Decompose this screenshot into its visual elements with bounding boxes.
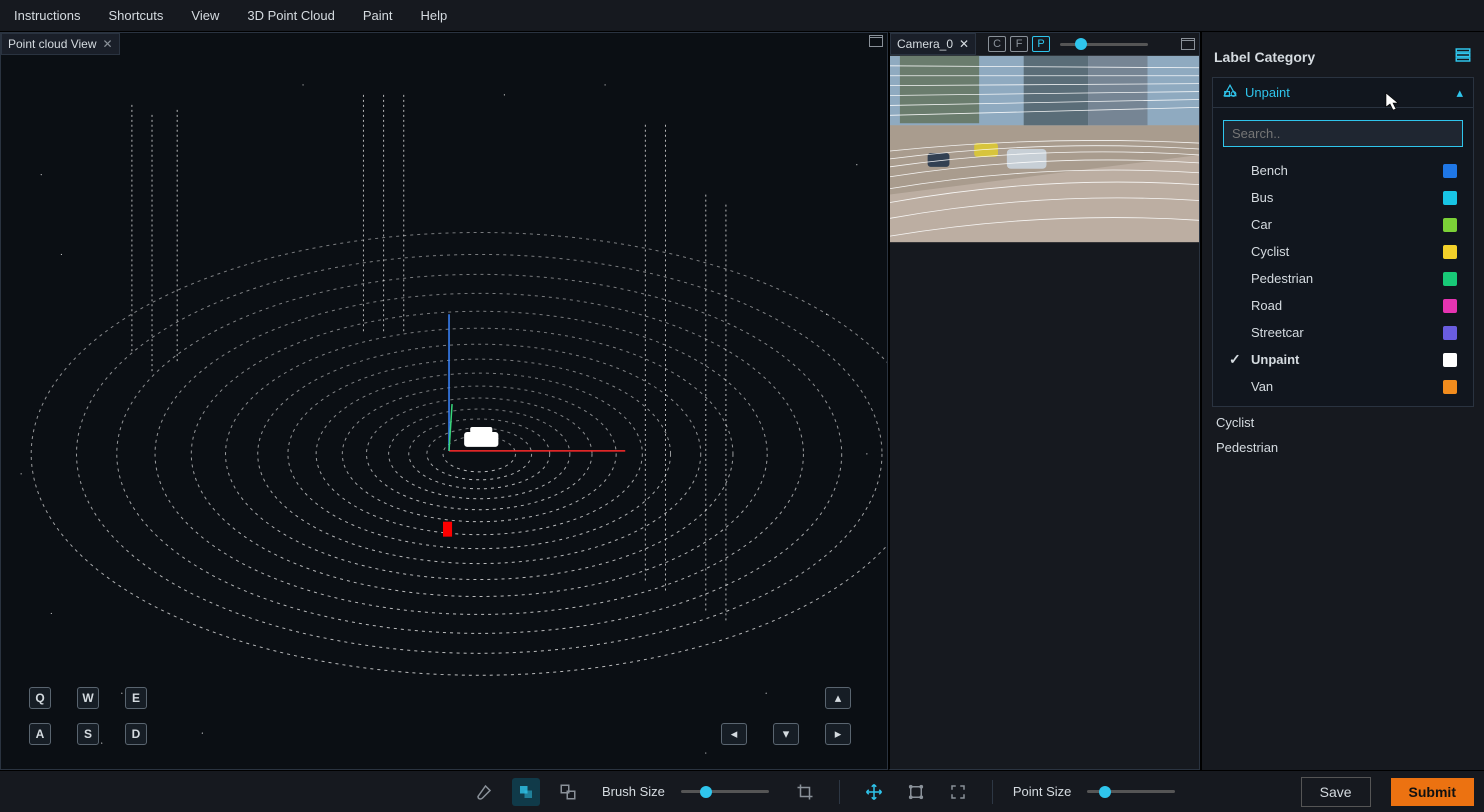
divider: [839, 780, 840, 804]
key-e: E: [125, 687, 147, 709]
menu-help[interactable]: Help: [420, 8, 447, 23]
layers-button[interactable]: [554, 778, 582, 806]
label-option-text: Car: [1251, 217, 1272, 232]
nav-right-button[interactable]: ▸: [825, 723, 851, 745]
nav-down-button[interactable]: ▾: [773, 723, 799, 745]
camera-panel: Camera_0 ✕ C F P: [888, 32, 1200, 770]
label-option-text: Bus: [1251, 190, 1273, 205]
label-option-road[interactable]: Road: [1223, 292, 1463, 319]
label-option-van[interactable]: Van: [1223, 373, 1463, 400]
close-icon[interactable]: ✕: [959, 37, 969, 51]
fit-button[interactable]: [902, 778, 930, 806]
color-swatch: [1443, 272, 1457, 286]
menubar: Instructions Shortcuts View 3D Point Clo…: [0, 0, 1484, 32]
color-swatch: [1443, 380, 1457, 394]
camera-tab-title: Camera_0: [897, 37, 953, 51]
maximize-icon[interactable]: [869, 35, 883, 47]
divider: [992, 780, 993, 804]
maximize-icon[interactable]: [1181, 38, 1195, 50]
extra-label-pedestrian[interactable]: Pedestrian: [1216, 440, 1470, 455]
label-option-text: Van: [1251, 379, 1273, 394]
camera-zoom-slider[interactable]: [1060, 43, 1148, 46]
label-option-text: Unpaint: [1251, 352, 1299, 367]
save-button[interactable]: Save: [1301, 777, 1371, 807]
color-swatch: [1443, 164, 1457, 178]
label-option-text: Streetcar: [1251, 325, 1304, 340]
menu-view[interactable]: View: [191, 8, 219, 23]
camera-image[interactable]: [890, 55, 1199, 243]
menu-shortcuts[interactable]: Shortcuts: [108, 8, 163, 23]
camera-toggle-f[interactable]: F: [1010, 36, 1028, 52]
pointcloud-tab[interactable]: Point cloud View ✕: [1, 33, 120, 55]
key-d: D: [125, 723, 147, 745]
sidebar-title: Label Category: [1214, 49, 1315, 65]
menu-instructions[interactable]: Instructions: [14, 8, 80, 23]
color-swatch: [1443, 191, 1457, 205]
fullscreen-button[interactable]: [944, 778, 972, 806]
brush-size-slider[interactable]: [681, 790, 769, 793]
submit-button[interactable]: Submit: [1391, 778, 1474, 806]
nav-left-button[interactable]: ◂: [721, 723, 747, 745]
menu-3d-point-cloud[interactable]: 3D Point Cloud: [247, 8, 334, 23]
camera-toggle-p[interactable]: P: [1032, 36, 1050, 52]
extra-label-cyclist[interactable]: Cyclist: [1216, 415, 1470, 430]
label-option-text: Bench: [1251, 163, 1288, 178]
label-option-text: Cyclist: [1251, 244, 1289, 259]
chevron-up-icon: ▴: [1456, 85, 1463, 101]
color-swatch: [1443, 245, 1457, 259]
key-w: W: [77, 687, 99, 709]
label-dropdown: Unpaint ▴ Bench Bus Car Cyclist Pedestrian Ro…: [1212, 77, 1474, 407]
label-list: Bench Bus Car Cyclist Pedestrian Road Streetca…: [1223, 157, 1463, 400]
camera-toggle-c[interactable]: C: [988, 36, 1006, 52]
pointcloud-panel: Point cloud View ✕: [0, 32, 888, 770]
label-option-cyclist[interactable]: Cyclist: [1223, 238, 1463, 265]
label-sidebar: Label Category Unpaint ▴ Bench Bus Car Cycl…: [1200, 32, 1484, 770]
label-option-text: Pedestrian: [1251, 271, 1313, 286]
nav-up-button[interactable]: ▴: [825, 687, 851, 709]
view-nav-buttons: ▴ ◂ ▾ ▸: [721, 673, 851, 745]
key-a: A: [29, 723, 51, 745]
color-swatch: [1443, 299, 1457, 313]
shapes-icon: [1223, 84, 1237, 101]
label-search-input[interactable]: [1223, 120, 1463, 147]
label-option-bus[interactable]: Bus: [1223, 184, 1463, 211]
keycap-hints: Q W E A S D: [29, 673, 147, 745]
brush-tool-button[interactable]: [470, 778, 498, 806]
brush-size-label: Brush Size: [602, 784, 665, 799]
key-q: Q: [29, 687, 51, 709]
label-dropdown-value: Unpaint: [1245, 85, 1290, 100]
label-option-bench[interactable]: Bench: [1223, 157, 1463, 184]
bottom-toolbar: Brush Size Point Size Save Submit: [0, 770, 1484, 812]
crop-button[interactable]: [791, 778, 819, 806]
pointcloud-canvas[interactable]: [1, 55, 887, 769]
point-size-label: Point Size: [1013, 784, 1072, 799]
label-option-car[interactable]: Car: [1223, 211, 1463, 238]
close-icon[interactable]: ✕: [103, 37, 113, 51]
label-option-pedestrian[interactable]: Pedestrian: [1223, 265, 1463, 292]
camera-tab[interactable]: Camera_0 ✕: [890, 33, 976, 55]
label-option-unpaint[interactable]: Unpaint: [1223, 346, 1463, 373]
label-dropdown-selected[interactable]: Unpaint ▴: [1213, 78, 1473, 107]
key-s: S: [77, 723, 99, 745]
label-option-text: Road: [1251, 298, 1282, 313]
point-size-slider[interactable]: [1087, 790, 1175, 793]
move-button[interactable]: [860, 778, 888, 806]
pointcloud-tab-title: Point cloud View: [8, 37, 97, 51]
list-icon[interactable]: [1454, 46, 1472, 67]
color-swatch: [1443, 353, 1457, 367]
color-swatch: [1443, 326, 1457, 340]
label-option-streetcar[interactable]: Streetcar: [1223, 319, 1463, 346]
color-swatch: [1443, 218, 1457, 232]
polygon-tool-button[interactable]: [512, 778, 540, 806]
menu-paint[interactable]: Paint: [363, 8, 393, 23]
